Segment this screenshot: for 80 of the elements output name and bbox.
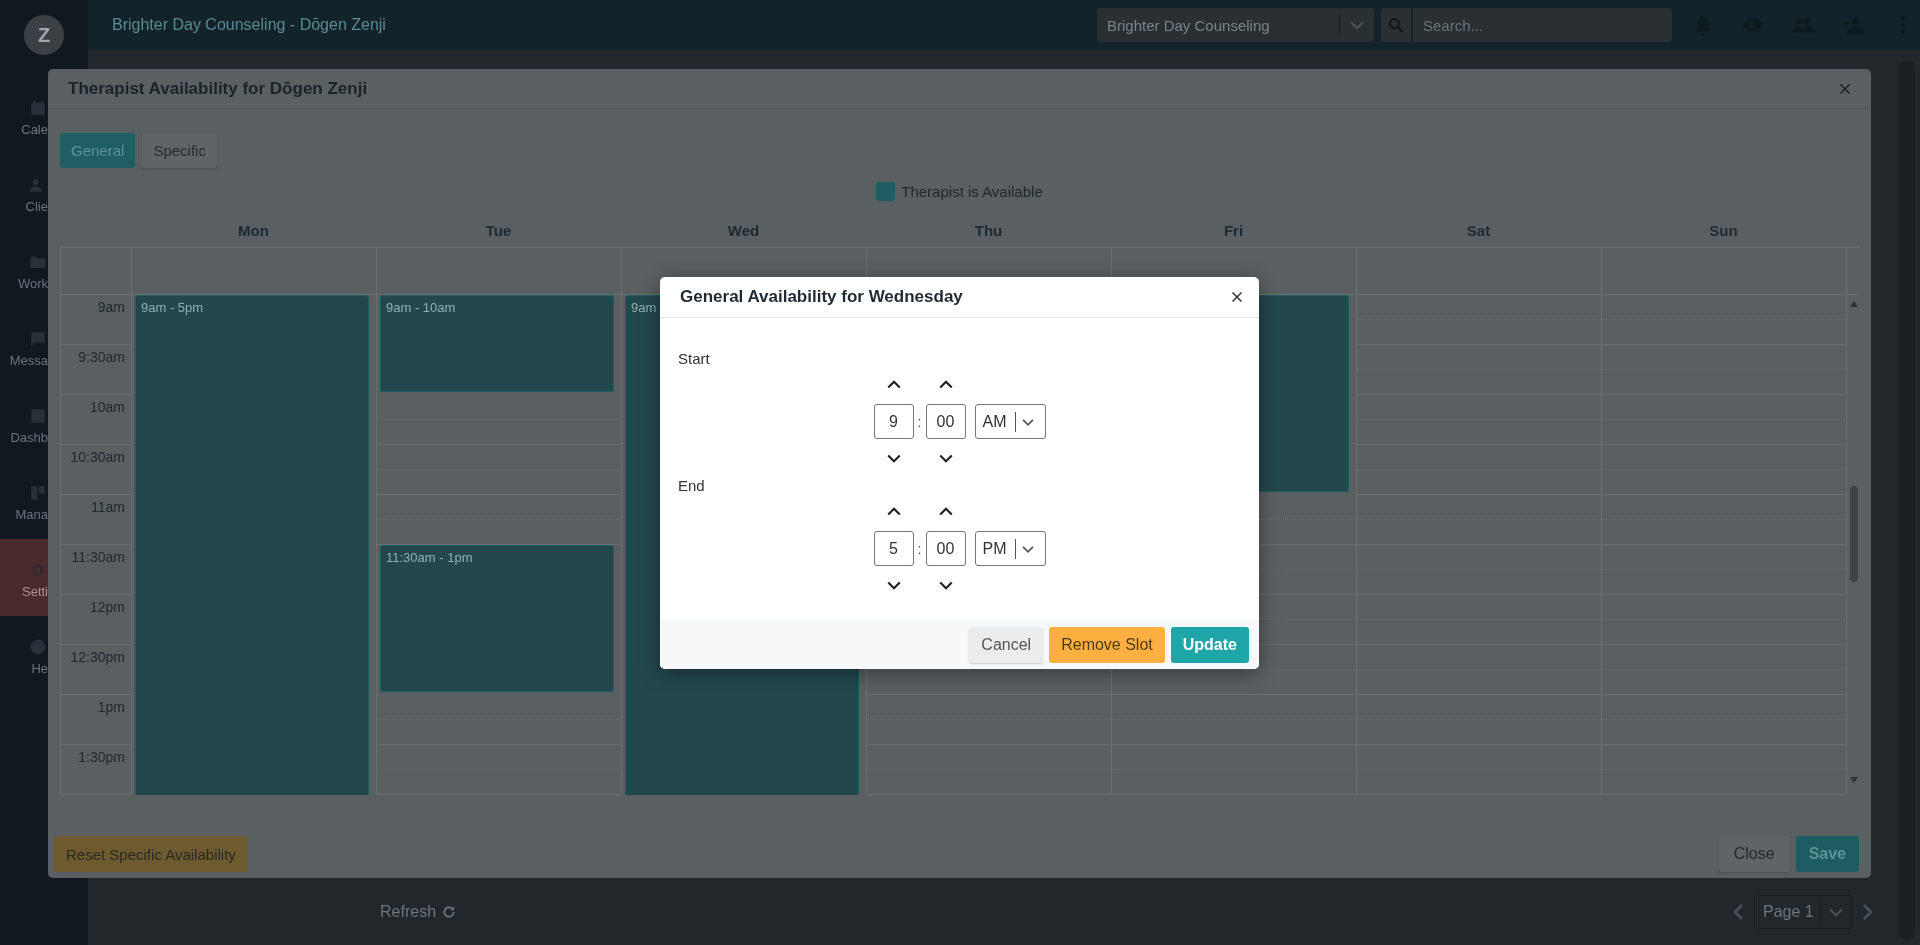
time-label: 1:30pm [61,745,131,795]
settings-icon [29,561,47,579]
refresh-icon [442,904,457,919]
close-icon[interactable] [1231,291,1243,303]
chevron-up-icon[interactable] [886,507,901,517]
chevron-up-icon[interactable] [938,380,953,390]
page-title: Brighter Day Counseling - Dōgen Zenji [112,16,387,34]
time-label: 10:30am [61,445,131,495]
modal-title: Therapist Availability for Dōgen Zenji [68,78,369,99]
update-button[interactable]: Update [1170,626,1249,663]
practice-select[interactable]: Brighter Day Counseling [1097,8,1374,42]
time-label: 10am [61,395,131,445]
time-separator: : [916,540,923,557]
board-icon [29,484,47,502]
close-button[interactable]: Close [1718,836,1790,872]
refresh-button[interactable]: Refresh [380,902,457,921]
calendar-scrollbar[interactable] [1846,295,1860,795]
legend-label: Therapist is Available [901,182,1043,200]
chevron-down-icon[interactable] [886,453,901,463]
chevron-down-icon[interactable] [886,580,901,590]
chevron-up-icon[interactable] [938,507,953,517]
day-header: Tue [484,222,513,241]
sidebar-item[interactable]: Dashb [0,385,48,462]
time-label: 11am [61,495,131,545]
day-header: Wed [726,222,761,241]
remove-slot-button[interactable]: Remove Slot [1049,626,1165,663]
time-label: 9am [61,295,131,345]
time-label: 1pm [61,695,131,745]
search-button[interactable] [1381,8,1411,42]
time-separator: : [916,413,923,430]
tab[interactable]: General [60,133,136,168]
day-header: Mon [237,222,270,241]
cancel-button[interactable]: Cancel [969,626,1044,663]
sidebar-item[interactable]: Work [0,231,48,308]
avatar[interactable]: Z [24,15,64,55]
field-label: End [678,477,706,495]
scroll-down-icon[interactable] [1850,777,1858,783]
sidebar-item[interactable]: Messa [0,308,48,385]
availability-slot[interactable]: 9am - 10am [380,295,614,345]
reset-button[interactable]: Reset Specific Availability [54,836,248,872]
time-label: 12:30pm [61,645,131,695]
availability-slot[interactable]: 9am - 5pm [135,295,369,345]
scroll-up-icon[interactable] [1850,301,1858,307]
day-header: Thu [973,222,1004,241]
day-header: Fri [1222,222,1245,241]
chevron-down-icon [1350,20,1364,30]
chevron-down-icon [1829,906,1843,917]
field-label: Start [678,350,711,368]
previous-page-icon[interactable] [1734,903,1744,920]
chevron-down-icon[interactable] [938,580,953,590]
time-label: 9:30am [61,345,131,395]
period-select[interactable]: AM [974,404,1046,439]
page-select[interactable]: Page 1 [1754,894,1852,929]
tab[interactable]: Specific [142,133,217,168]
dialog-title: General Availability for Wednesday [680,287,964,307]
sidebar-item[interactable]: Cale [0,77,48,154]
calendar-icon [29,99,47,117]
period-select[interactable]: PM [974,531,1046,566]
minute-field[interactable]: 00 [925,404,966,439]
chevron-up-icon[interactable] [886,380,901,390]
availability-slot[interactable]: 11:30am - 1pm [380,545,614,595]
time-label: 12pm [61,595,131,645]
search-icon [1387,16,1405,34]
hour-field[interactable]: 5 [873,531,914,566]
sidebar-item[interactable]: Setti [0,539,48,616]
search-field[interactable]: Search... [1413,8,1672,42]
sidebar-item[interactable]: Mana [0,462,48,539]
sidebar-item[interactable]: Clie [0,154,48,231]
message-icon [29,330,47,348]
save-button[interactable]: Save [1795,836,1859,872]
sidebar-item[interactable]: He [0,616,48,693]
legend-swatch [876,181,896,201]
chevron-down-icon[interactable] [938,453,953,463]
day-header: Sun [1708,222,1739,241]
next-page-icon[interactable] [1862,903,1872,920]
scrollbar-thumb[interactable] [1850,486,1858,582]
time-label: 11:30am [61,545,131,595]
day-header: Sat [1465,222,1492,241]
hour-field[interactable]: 9 [873,404,914,439]
minute-field[interactable]: 00 [925,531,966,566]
